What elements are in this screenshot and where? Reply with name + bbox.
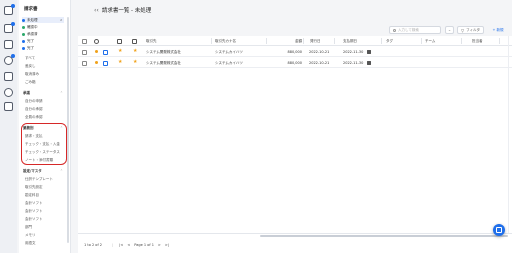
options-dropdown-button[interactable]: ⌄ bbox=[445, 26, 454, 34]
cell-due-date: 2022-11-30 bbox=[343, 61, 364, 65]
column-vendor[interactable]: 取引先 bbox=[146, 39, 157, 44]
pdf-icon[interactable] bbox=[103, 60, 108, 66]
status-dot-icon bbox=[95, 61, 98, 64]
table-header: 取引先 取引先カナ名 金額 発行日 支払期日 タグ チーム 担当者 bbox=[78, 36, 512, 46]
cell-amount: 880,000 bbox=[287, 50, 302, 54]
search-icon bbox=[393, 28, 396, 32]
sidebar-scrollbar[interactable] bbox=[67, 17, 69, 243]
column-amount[interactable]: 金額 bbox=[278, 39, 302, 44]
sidebar-item-done[interactable]: 完了 bbox=[22, 38, 34, 44]
cell-vendor-kana: システムカイハツ bbox=[215, 61, 243, 65]
pdf-icon[interactable] bbox=[103, 49, 108, 55]
calendar-icon[interactable] bbox=[367, 49, 371, 54]
page-header: ‹‹ 請求書一覧 - 未処理 bbox=[94, 6, 152, 15]
star-icon[interactable]: ★ bbox=[133, 59, 137, 65]
search-input[interactable]: 入力して検索 bbox=[389, 26, 441, 34]
status-dot-icon bbox=[22, 32, 25, 36]
chevron-up-icon[interactable]: ⌃ bbox=[60, 169, 63, 173]
status-dot-icon bbox=[22, 39, 25, 43]
column-tags[interactable]: タグ bbox=[386, 39, 393, 44]
sidebar-item-all-approvals[interactable]: 全員の承認 bbox=[25, 115, 43, 120]
sidebar-item-my-approvals[interactable]: 自分の承認 bbox=[25, 107, 43, 112]
sidebar-item-accounts[interactable]: 勘定科目 bbox=[25, 193, 39, 198]
chat-support-button[interactable] bbox=[493, 224, 505, 236]
sidebar-item-software-2[interactable]: 会計ソフト bbox=[25, 209, 43, 214]
star-icon[interactable]: ★ bbox=[118, 48, 122, 54]
sidebar-item-software-3[interactable]: 会計ソフト bbox=[25, 217, 43, 222]
sidebar-item-memory[interactable]: メモリ bbox=[25, 233, 36, 238]
pagination-range: 1 to 2 of 2 bbox=[84, 243, 103, 247]
document-column-icon[interactable] bbox=[117, 38, 122, 44]
first-page-button[interactable]: |< bbox=[119, 243, 123, 247]
image-column-icon[interactable] bbox=[132, 38, 137, 44]
select-all-checkbox[interactable] bbox=[82, 38, 87, 44]
table-row[interactable]: ★ ★ システム開発株式会社 システムカイハツ 880,000 2022-10-… bbox=[78, 47, 512, 57]
page-title: 請求書一覧 - 未処理 bbox=[101, 8, 152, 14]
sidebar-item-trash[interactable]: ごみ箱 bbox=[25, 80, 36, 85]
section-approval-heading[interactable]: 承認 bbox=[23, 91, 30, 96]
status-dot-icon bbox=[22, 25, 25, 29]
sidebar-item-terms[interactable]: 用語文 bbox=[25, 241, 36, 246]
sync-icon[interactable] bbox=[4, 88, 13, 97]
cell-vendor: システム開発株式会社 bbox=[146, 61, 181, 65]
column-vendor-kana[interactable]: 取引先カナ名 bbox=[215, 39, 236, 44]
pagination: 1 to 2 of 2 | |< < Page 1 of 1 > >| bbox=[78, 237, 512, 253]
document-icon[interactable] bbox=[4, 4, 15, 15]
invoice-icon[interactable] bbox=[4, 22, 15, 33]
count-badge: 2 bbox=[60, 18, 62, 22]
settings-icon[interactable] bbox=[4, 102, 13, 111]
sidebar-item-vendors[interactable]: 取引先設定 bbox=[25, 185, 43, 190]
chevron-up-icon[interactable]: ⌃ bbox=[60, 91, 63, 95]
row-checkbox[interactable] bbox=[82, 60, 87, 66]
chat-icon bbox=[496, 227, 502, 233]
sidebar-item-done-2[interactable]: 完了 bbox=[22, 45, 34, 51]
link-icon[interactable] bbox=[4, 54, 15, 65]
page-indicator: Page 1 of 1 bbox=[134, 243, 154, 247]
sidebar-item-returned[interactable]: 差戻し bbox=[25, 64, 36, 69]
sidebar-item-my-requests[interactable]: 自分の申請 bbox=[25, 99, 43, 104]
cell-vendor: システム開発株式会社 bbox=[146, 50, 181, 54]
collapse-icon[interactable]: ‹‹ bbox=[94, 7, 99, 14]
status-dot-icon bbox=[95, 50, 98, 53]
section-settings-heading[interactable]: 設定/マスタ bbox=[23, 169, 42, 174]
invoice-table: 取引先 取引先カナ名 金額 発行日 支払期日 タグ チーム 担当者 ★ ★ シス… bbox=[78, 36, 512, 233]
cell-vendor-kana: システムカイハツ bbox=[215, 50, 243, 54]
calendar-icon[interactable] bbox=[4, 72, 13, 81]
next-page-button[interactable]: > bbox=[158, 243, 161, 247]
highlight-annotation bbox=[21, 123, 67, 165]
sidebar-item-cancelled[interactable]: 取消済み bbox=[25, 72, 39, 77]
filter-icon: ▽ bbox=[460, 27, 465, 33]
sidebar-item-software-1[interactable]: 会計ソフト bbox=[25, 201, 43, 206]
sidebar-item-unprocessed[interactable]: 未処理 2 bbox=[22, 17, 64, 23]
status-dot-icon bbox=[22, 46, 25, 50]
sidebar-item-template[interactable]: 仕訳テンプレート bbox=[25, 177, 53, 182]
column-due-date[interactable]: 支払期日 bbox=[343, 39, 357, 44]
status-column-icon[interactable] bbox=[94, 38, 99, 44]
prev-page-button[interactable]: < bbox=[127, 243, 130, 247]
cell-due-date: 2022-11-30 bbox=[343, 50, 364, 54]
sidebar-item-approved[interactable]: 承認済 bbox=[22, 31, 38, 37]
cell-amount: 880,000 bbox=[287, 61, 302, 65]
filter-button[interactable]: ▽ フィルタ bbox=[457, 26, 484, 34]
new-invoice-button[interactable]: + 新規 bbox=[487, 26, 509, 34]
bank-icon[interactable] bbox=[4, 40, 13, 49]
cell-issue-date: 2022-10-21 bbox=[309, 61, 330, 65]
sidebar-item-department[interactable]: 部門 bbox=[25, 225, 32, 230]
status-dot-icon bbox=[22, 18, 25, 22]
sidebar-item-all[interactable]: すべて bbox=[25, 56, 35, 61]
column-assignee[interactable]: 担当者 bbox=[472, 39, 483, 44]
icon-rail bbox=[0, 0, 17, 253]
sidebar-title: 請求書 bbox=[24, 7, 38, 12]
cell-issue-date: 2022-10-21 bbox=[309, 50, 330, 54]
row-checkbox[interactable] bbox=[82, 49, 87, 55]
column-issue-date[interactable]: 発行日 bbox=[310, 39, 321, 44]
star-icon[interactable]: ★ bbox=[133, 48, 137, 54]
table-row[interactable]: ★ ★ システム開発株式会社 システムカイハツ 880,000 2022-10-… bbox=[78, 58, 512, 68]
calendar-icon[interactable] bbox=[367, 60, 371, 65]
column-team[interactable]: チーム bbox=[425, 39, 435, 44]
table-right-border bbox=[508, 36, 509, 233]
star-icon[interactable]: ★ bbox=[118, 59, 122, 65]
last-page-button[interactable]: >| bbox=[165, 243, 169, 247]
sidebar-item-checking[interactable]: 確認中 bbox=[22, 24, 38, 30]
